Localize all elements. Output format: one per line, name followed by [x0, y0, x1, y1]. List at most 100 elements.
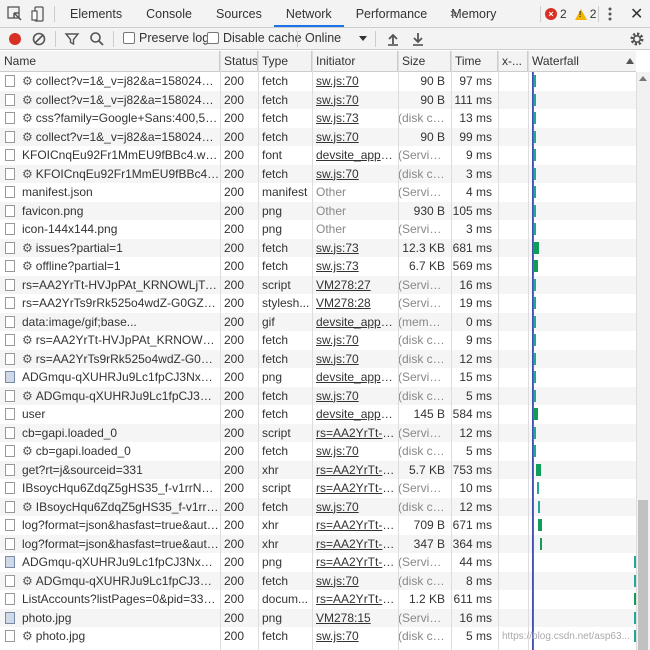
cell-initiator[interactable]: sw.js:70: [312, 387, 398, 406]
waterfall-bar[interactable]: [534, 149, 536, 161]
close-devtools-icon[interactable]: ✕: [630, 4, 643, 24]
waterfall-bar[interactable]: [534, 241, 539, 254]
cell-type: xhr: [262, 462, 279, 477]
inspect-element-icon[interactable]: [6, 5, 24, 23]
waterfall-bar[interactable]: [534, 278, 536, 291]
cell-initiator[interactable]: VM278:28: [312, 294, 398, 313]
search-icon[interactable]: [89, 31, 105, 47]
cell-type: docum...: [262, 592, 309, 606]
waterfall-bar[interactable]: [534, 130, 536, 143]
tab-network[interactable]: Network: [273, 0, 344, 27]
import-har-icon[interactable]: [385, 31, 401, 47]
issues-counter[interactable]: × 2 ! 2: [545, 7, 596, 21]
preserve-log-checkbox[interactable]: [123, 32, 135, 44]
cell-initiator[interactable]: sw.js:70: [312, 72, 398, 91]
waterfall-bar[interactable]: [534, 167, 536, 180]
waterfall-bar[interactable]: [534, 445, 536, 457]
cell-initiator[interactable]: devsite_app__z...: [312, 405, 398, 424]
column-header-initiator[interactable]: Initiator: [312, 51, 398, 72]
cell-initiator[interactable]: sw.js:70: [312, 331, 398, 350]
disable-cache-checkbox[interactable]: [207, 32, 219, 44]
column-header-time[interactable]: Time: [451, 51, 498, 72]
settings-gear-icon[interactable]: [629, 31, 645, 47]
cell-status: 200: [224, 555, 245, 569]
tab-performance[interactable]: Performance: [344, 0, 440, 27]
clear-icon[interactable]: [31, 31, 47, 47]
cell-initiator[interactable]: sw.js:70: [312, 442, 398, 461]
cell-size: (disk ca...: [398, 499, 450, 514]
tab-elements[interactable]: Elements: [58, 0, 134, 27]
waterfall-bar[interactable]: [534, 315, 536, 328]
cell-initiator[interactable]: sw.js:70: [312, 627, 398, 646]
cell-initiator[interactable]: devsite_app__z...: [312, 368, 398, 387]
export-har-icon[interactable]: [410, 31, 426, 47]
cell-initiator[interactable]: sw.js:70: [312, 572, 398, 591]
more-options-icon[interactable]: [607, 5, 613, 23]
more-tabs-button[interactable]: »: [450, 5, 457, 20]
request-name: ⚙ issues?partial=1: [18, 239, 220, 258]
cell-initiator[interactable]: rs=AA2YrTt-H...: [312, 516, 398, 535]
device-toolbar-icon[interactable]: [30, 5, 48, 23]
waterfall-bar[interactable]: [534, 223, 536, 235]
waterfall-bar[interactable]: [539, 537, 542, 550]
service-worker-gear-icon: ⚙: [22, 573, 33, 588]
cell-initiator[interactable]: VM278:15: [312, 609, 398, 628]
cell-status: 200: [224, 536, 245, 551]
column-header-status[interactable]: Status: [220, 51, 258, 72]
waterfall-bar[interactable]: [534, 371, 536, 383]
scroll-up-arrow-icon[interactable]: [639, 76, 647, 81]
column-header-extra[interactable]: x-...: [498, 51, 528, 72]
waterfall-bar[interactable]: [534, 93, 536, 106]
waterfall-bar[interactable]: [534, 389, 536, 402]
cell-time: 19 ms: [459, 296, 492, 310]
waterfall-bar[interactable]: [534, 186, 536, 198]
column-header-type[interactable]: Type: [258, 51, 312, 72]
cell-initiator[interactable]: rs=AA2YrTt-H...: [312, 535, 398, 554]
cell-initiator[interactable]: sw.js:70: [312, 165, 398, 184]
cell-initiator[interactable]: devsite_app__z...: [312, 146, 398, 165]
cell-initiator[interactable]: rs=AA2YrTt-H...: [312, 590, 398, 609]
file-icon: [5, 112, 15, 124]
cell-initiator[interactable]: sw.js:70: [312, 91, 398, 110]
cell-initiator[interactable]: rs=AA2YrTt-H...: [312, 553, 398, 572]
column-header-waterfall[interactable]: Waterfall: [528, 51, 636, 72]
waterfall-bar[interactable]: [534, 408, 538, 420]
cell-status: 200: [224, 185, 245, 199]
column-header-size[interactable]: Size: [398, 51, 451, 72]
tab-console[interactable]: Console: [134, 0, 204, 27]
waterfall-bar[interactable]: [538, 500, 540, 513]
record-icon[interactable]: [7, 31, 23, 47]
waterfall-bar[interactable]: [534, 334, 536, 346]
cell-initiator[interactable]: rs=AA2YrTt-H...: [312, 461, 398, 480]
cell-initiator[interactable]: sw.js:73: [312, 239, 398, 258]
tab-sources[interactable]: Sources: [204, 0, 274, 27]
waterfall-bar[interactable]: [537, 482, 540, 494]
cell-type: fetch: [262, 388, 289, 403]
waterfall-bar[interactable]: [534, 260, 538, 272]
cell-initiator[interactable]: sw.js:70: [312, 350, 398, 369]
filter-icon[interactable]: [64, 31, 80, 47]
waterfall-bar[interactable]: [534, 297, 536, 309]
cell-size: (Service...: [398, 481, 451, 495]
waterfall-bar[interactable]: [534, 112, 536, 124]
cell-initiator[interactable]: sw.js:73: [312, 109, 398, 128]
waterfall-bar[interactable]: [534, 75, 536, 87]
cell-initiator[interactable]: sw.js:70: [312, 498, 398, 517]
waterfall-bar[interactable]: [534, 352, 536, 365]
service-worker-gear-icon: ⚙: [22, 333, 33, 347]
cell-initiator[interactable]: VM278:27: [312, 276, 398, 295]
cell-size: (disk ca...: [398, 573, 450, 588]
throttling-select[interactable]: Online: [305, 31, 341, 45]
cell-initiator[interactable]: sw.js:73: [312, 257, 398, 276]
waterfall-bar[interactable]: [534, 426, 536, 439]
cell-initiator[interactable]: rs=AA2YrTt-H...: [312, 479, 398, 498]
scrollbar-thumb[interactable]: [638, 500, 648, 650]
cell-initiator[interactable]: devsite_app__z...: [312, 313, 398, 332]
waterfall-bar[interactable]: [536, 463, 542, 476]
column-header-name[interactable]: Name: [0, 51, 220, 72]
cell-initiator[interactable]: rs=AA2YrTt-H...: [312, 424, 398, 443]
cell-size: (Service...: [398, 185, 451, 199]
cell-initiator[interactable]: sw.js:70: [312, 128, 398, 147]
waterfall-bar[interactable]: [534, 204, 536, 217]
waterfall-bar[interactable]: [538, 519, 543, 531]
